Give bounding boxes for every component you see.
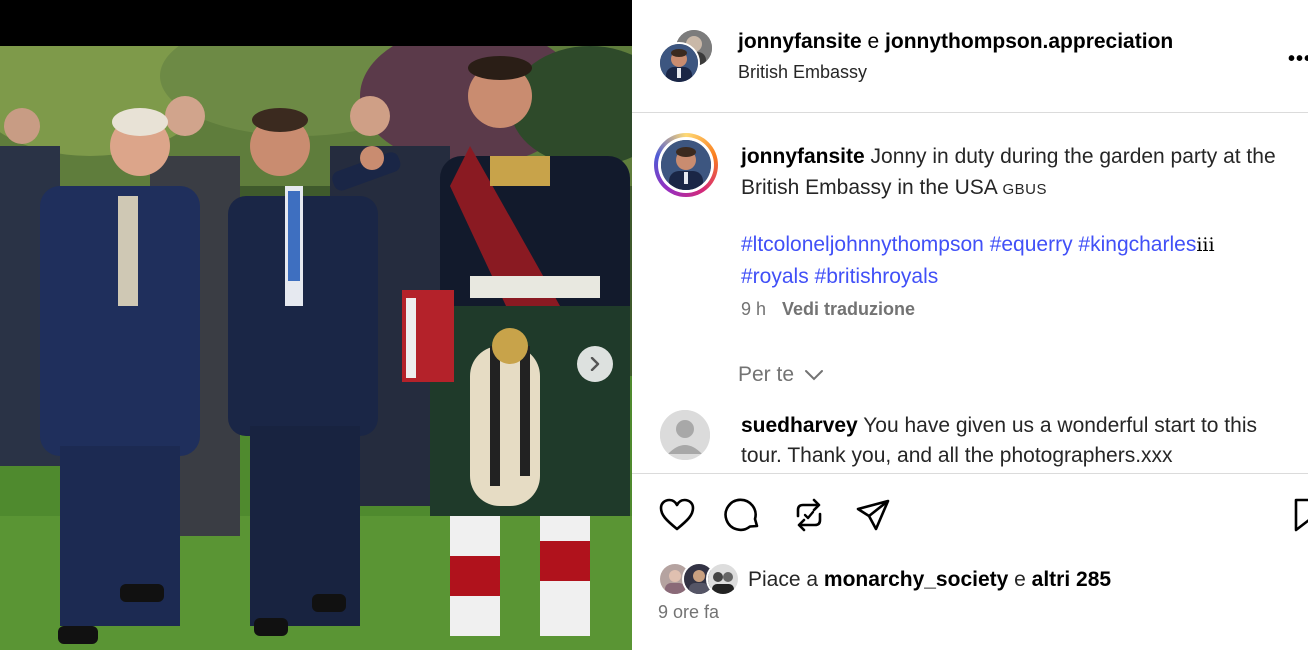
post-authors: jonnyfansite e jonnythompson.appreciatio…: [738, 30, 1173, 54]
repost-icon[interactable]: [790, 496, 828, 534]
avatar: [658, 42, 700, 84]
location-link[interactable]: British Embassy: [738, 62, 867, 83]
post-header: jonnyfansite e jonnythompson.appreciatio…: [632, 0, 1308, 113]
likes-summary: Piace a monarchy_society e altri 285: [748, 568, 1111, 592]
comment-icon[interactable]: [724, 496, 762, 534]
bookmark-icon[interactable]: [1292, 496, 1308, 534]
likes-joiner: e: [1008, 568, 1032, 591]
heart-icon[interactable]: [658, 496, 696, 534]
comment-text: suedharvey You have given us a wonderful…: [741, 411, 1281, 471]
caption-username[interactable]: jonnyfansite: [741, 145, 865, 168]
chevron-down-icon: [804, 370, 823, 381]
next-image-button[interactable]: [577, 346, 613, 382]
caption-meta: 9 h Vedi traduzione: [741, 299, 915, 320]
hashtag-link[interactable]: #britishroyals: [815, 265, 939, 288]
caption-hashtags: #ltcoloneljohnnythompson #equerry #kingc…: [741, 229, 1301, 292]
chevron-right-icon: [590, 357, 600, 371]
author-avatar[interactable]: [654, 133, 718, 197]
avatar: [706, 562, 740, 596]
hashtag-suffix: iii: [1196, 234, 1215, 256]
for-you-dropdown[interactable]: Per te: [738, 363, 824, 387]
collab-avatars[interactable]: [658, 28, 714, 84]
caption-age: 9 h: [741, 299, 767, 319]
comments-area: jonnyfansite Jonny in duty during the ga…: [632, 113, 1308, 473]
likes-others-link[interactable]: altri 285: [1032, 568, 1111, 591]
post-time[interactable]: 9 ore fa: [658, 602, 719, 623]
author-link[interactable]: jonnyfansite: [738, 30, 862, 53]
post-media: [0, 0, 632, 650]
hashtag-link[interactable]: #equerry: [990, 233, 1073, 256]
translate-link[interactable]: Vedi traduzione: [782, 299, 915, 319]
likes-prefix: Piace a: [748, 568, 824, 591]
for-you-label: Per te: [738, 363, 795, 386]
hashtag-link[interactable]: #kingcharles: [1078, 233, 1196, 256]
share-icon[interactable]: [854, 496, 892, 534]
hashtag-link[interactable]: #royals: [741, 265, 809, 288]
post-panel: jonnyfansite e jonnythompson.appreciatio…: [632, 0, 1308, 650]
hashtag-link[interactable]: #ltcoloneljohnnythompson: [741, 233, 984, 256]
commenter-avatar[interactable]: [660, 410, 710, 460]
coauthor-link[interactable]: jonnythompson.appreciation: [885, 30, 1173, 53]
likes-user-link[interactable]: monarchy_society: [824, 568, 1008, 591]
caption-text: jonnyfansite Jonny in duty during the ga…: [741, 141, 1291, 205]
more-icon[interactable]: •••: [1288, 48, 1308, 71]
flag-text: GBUS: [1002, 181, 1047, 198]
post-photo: [0, 46, 632, 650]
action-bar: Piace a monarchy_society e altri 285 9 o…: [632, 473, 1308, 651]
comment-username[interactable]: suedharvey: [741, 414, 858, 437]
authors-joiner: e: [861, 30, 886, 53]
